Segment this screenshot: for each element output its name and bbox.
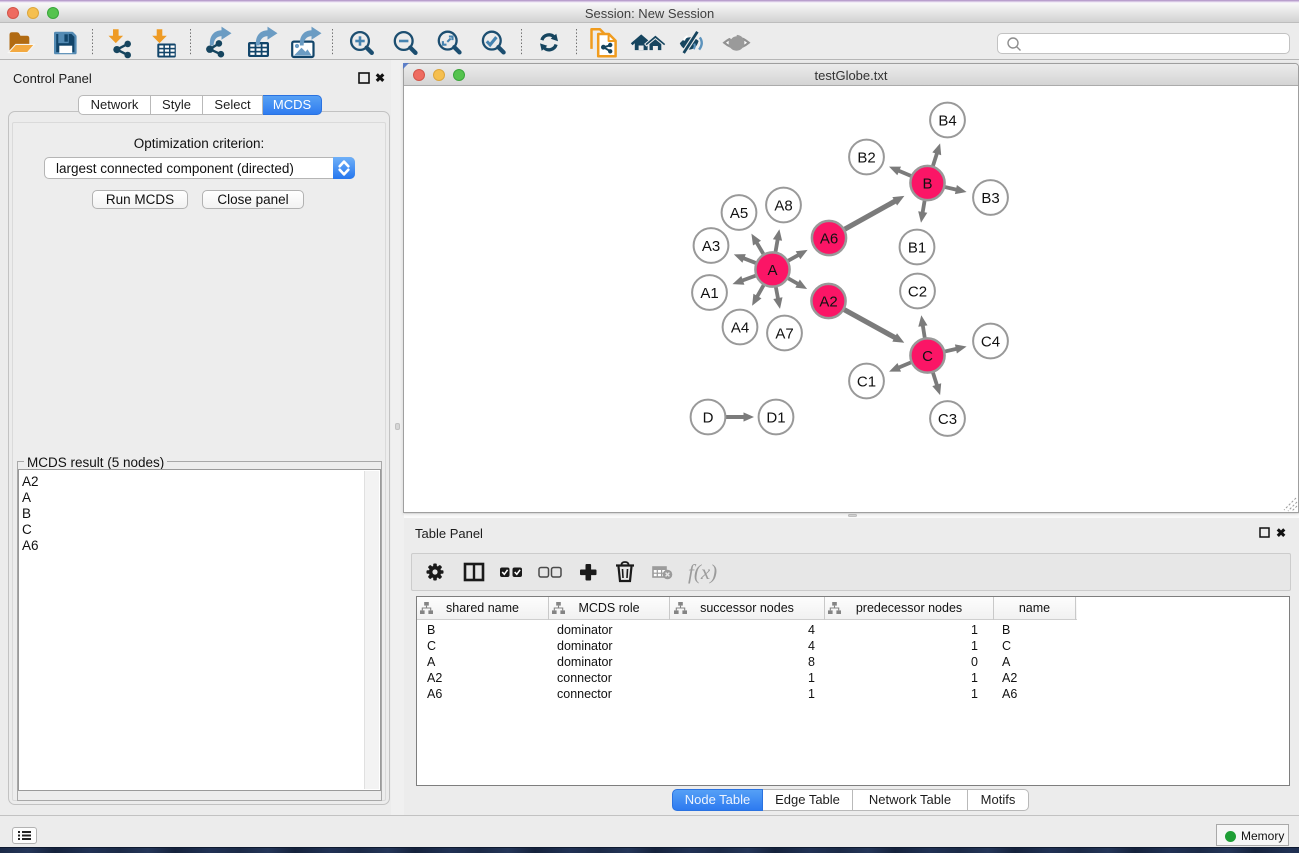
svg-text:A8: A8 <box>774 197 792 214</box>
svg-text:C: C <box>922 348 933 365</box>
svg-text:C4: C4 <box>981 333 1000 350</box>
svg-text:A: A <box>767 262 777 279</box>
svg-text:D: D <box>703 409 714 426</box>
svg-text:B4: B4 <box>938 112 956 129</box>
svg-text:C3: C3 <box>938 411 957 428</box>
svg-text:A4: A4 <box>731 319 749 336</box>
svg-text:D1: D1 <box>766 409 785 426</box>
svg-text:A1: A1 <box>700 285 718 302</box>
svg-text:C2: C2 <box>908 283 927 300</box>
svg-text:B2: B2 <box>857 149 875 166</box>
svg-text:A6: A6 <box>820 230 838 247</box>
svg-text:A7: A7 <box>775 325 793 342</box>
svg-text:f(x): f(x) <box>688 560 717 584</box>
svg-text:B1: B1 <box>908 239 926 256</box>
svg-text:A5: A5 <box>730 205 748 222</box>
svg-text:B: B <box>922 175 932 192</box>
svg-text:C1: C1 <box>857 373 876 390</box>
svg-text:B3: B3 <box>981 190 999 207</box>
svg-text:A2: A2 <box>819 293 837 310</box>
svg-text:A3: A3 <box>702 238 720 255</box>
